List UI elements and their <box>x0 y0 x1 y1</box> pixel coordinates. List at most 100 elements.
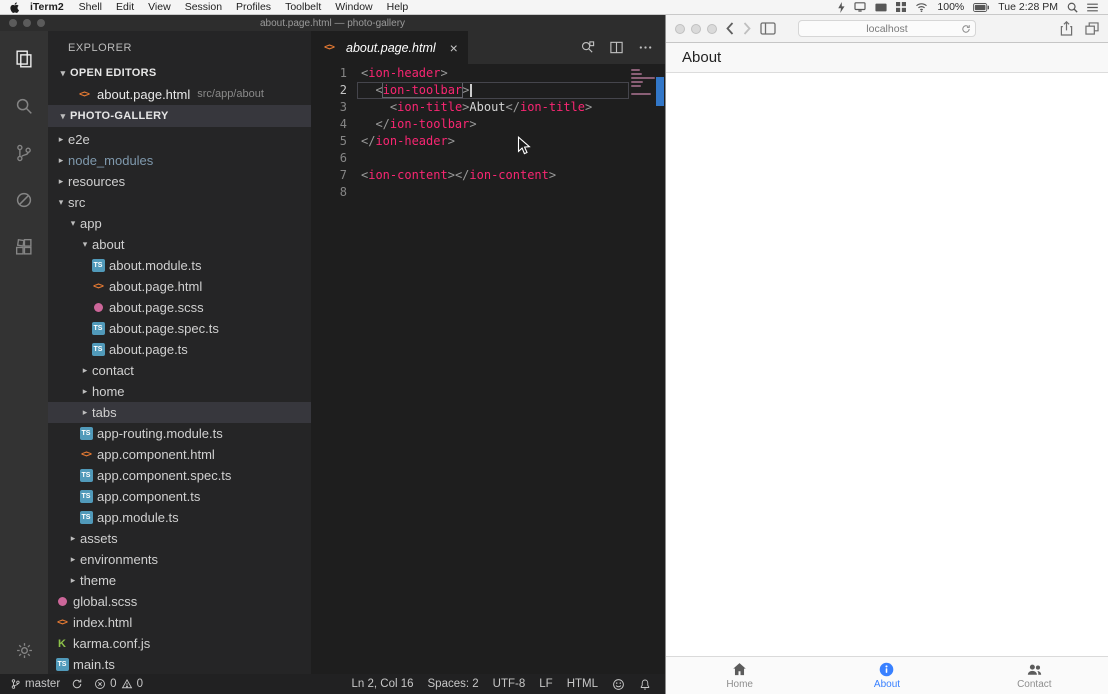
source-control-icon[interactable] <box>0 129 48 176</box>
code-line-5[interactable]: 5</ion-header> <box>311 133 629 150</box>
feedback-smiley-icon[interactable] <box>612 678 625 691</box>
project-root-header[interactable]: ▾ PHOTO-GALLERY <box>48 105 311 127</box>
tab-contact[interactable]: Contact <box>961 657 1108 694</box>
minimize-window-button[interactable] <box>691 24 701 34</box>
code-lines[interactable]: 1<ion-header>2 <ion-toolbar>3 <ion-title… <box>311 64 629 674</box>
zoom-window-button[interactable] <box>37 19 45 27</box>
open-editors-header[interactable]: ▾ OPEN EDITORS <box>48 63 311 83</box>
tab-overview-icon[interactable] <box>1085 22 1099 35</box>
eol-indicator[interactable]: LF <box>539 678 552 690</box>
tree-file-global-scss[interactable]: global.scss <box>48 591 311 612</box>
forward-button[interactable] <box>743 22 751 35</box>
reload-icon[interactable] <box>961 24 971 34</box>
minimize-window-button[interactable] <box>23 19 31 27</box>
address-bar[interactable]: localhost <box>798 20 976 37</box>
window-controls[interactable] <box>9 19 45 27</box>
code-line-1[interactable]: 1<ion-header> <box>311 65 629 82</box>
zoom-window-button[interactable] <box>707 24 717 34</box>
vscode-titlebar[interactable]: about.page.html — photo-gallery <box>0 15 665 31</box>
tree-file-about-page-html[interactable]: <>about.page.html <box>48 276 311 297</box>
tree-folder-e2e[interactable]: ▸e2e <box>48 129 311 150</box>
indentation-indicator[interactable]: Spaces: 2 <box>428 678 479 690</box>
problems-indicator[interactable]: 0 0 <box>94 678 143 690</box>
bolt-icon <box>837 2 845 13</box>
tree-folder-environments[interactable]: ▸environments <box>48 549 311 570</box>
notification-center-icon[interactable] <box>1087 3 1098 12</box>
sync-button[interactable] <box>71 678 83 690</box>
code-line-3[interactable]: 3 <ion-title>About</ion-title> <box>311 99 629 116</box>
minimap[interactable] <box>629 64 665 674</box>
menu-edit[interactable]: Edit <box>116 1 134 13</box>
tree-item-label: about.page.spec.ts <box>109 321 219 336</box>
chevron-expanded-icon: ▾ <box>56 111 70 122</box>
tree-folder-assets[interactable]: ▸assets <box>48 528 311 549</box>
tree-folder-app[interactable]: ▾app <box>48 213 311 234</box>
tree-file-about-page-ts[interactable]: TSabout.page.ts <box>48 339 311 360</box>
display-icon <box>854 2 866 12</box>
language-mode-indicator[interactable]: HTML <box>567 678 598 690</box>
close-window-button[interactable] <box>9 19 17 27</box>
explorer-title: EXPLORER <box>48 31 311 63</box>
code-line-6[interactable]: 6 <box>311 150 629 167</box>
git-branch-indicator[interactable]: master <box>10 678 60 690</box>
menu-app-name[interactable]: iTerm2 <box>30 1 64 13</box>
menu-session[interactable]: Session <box>185 1 222 13</box>
menu-window[interactable]: Window <box>335 1 372 13</box>
tree-file-app-component-ts[interactable]: TSapp.component.ts <box>48 486 311 507</box>
code-line-7[interactable]: 7<ion-content></ion-content> <box>311 167 629 184</box>
code-line-8[interactable]: 8 <box>311 184 629 201</box>
tree-file-about-page-spec-ts[interactable]: TSabout.page.spec.ts <box>48 318 311 339</box>
tree-folder-about[interactable]: ▾about <box>48 234 311 255</box>
menu-view[interactable]: View <box>148 1 171 13</box>
encoding-indicator[interactable]: UTF-8 <box>493 678 526 690</box>
tab-about[interactable]: About <box>813 657 960 694</box>
extensions-icon[interactable] <box>0 223 48 270</box>
code-line-4[interactable]: 4 </ion-toolbar> <box>311 116 629 133</box>
spotlight-icon[interactable] <box>1067 2 1078 13</box>
menu-shell[interactable]: Shell <box>79 1 102 13</box>
apple-menu-icon[interactable] <box>10 2 20 13</box>
back-button[interactable] <box>726 22 734 35</box>
keyboard-icon <box>875 3 887 12</box>
tree-file-app-component-spec-ts[interactable]: TSapp.component.spec.ts <box>48 465 311 486</box>
menu-toolbelt[interactable]: Toolbelt <box>285 1 321 13</box>
search-icon[interactable] <box>0 82 48 129</box>
tree-file-app-routing-module-ts[interactable]: TSapp-routing.module.ts <box>48 423 311 444</box>
cursor-position-indicator[interactable]: Ln 2, Col 16 <box>352 678 414 690</box>
close-tab-icon[interactable]: × <box>450 41 458 55</box>
tab-home[interactable]: Home <box>666 657 813 694</box>
tree-file-about-page-scss[interactable]: about.page.scss <box>48 297 311 318</box>
sidebar-toggle-icon[interactable] <box>760 22 776 35</box>
tree-file-karma-conf-js[interactable]: Kkarma.conf.js <box>48 633 311 654</box>
tree-file-app-component-html[interactable]: <>app.component.html <box>48 444 311 465</box>
tree-file-index-html[interactable]: <>index.html <box>48 612 311 633</box>
tree-folder-src[interactable]: ▾src <box>48 192 311 213</box>
tree-folder-tabs[interactable]: ▸tabs <box>48 402 311 423</box>
window-controls[interactable] <box>675 24 717 34</box>
tree-folder-contact[interactable]: ▸contact <box>48 360 311 381</box>
open-editor-entry[interactable]: <> about.page.html src/app/about <box>48 83 311 105</box>
chevron-expanded-icon: ▾ <box>66 218 80 229</box>
search-editor-icon[interactable] <box>580 40 595 55</box>
tree-folder-resources[interactable]: ▸resources <box>48 171 311 192</box>
tree-file-main-ts[interactable]: TSmain.ts <box>48 654 311 674</box>
editor-tab-about-page-html[interactable]: <> about.page.html × <box>311 31 468 64</box>
menu-help[interactable]: Help <box>387 1 409 13</box>
tree-folder-home[interactable]: ▸home <box>48 381 311 402</box>
code-line-2[interactable]: 2 <ion-toolbar> <box>311 82 629 99</box>
more-actions-icon[interactable] <box>638 40 653 55</box>
notifications-bell-icon[interactable] <box>639 678 651 691</box>
debug-icon[interactable] <box>0 176 48 223</box>
share-icon[interactable] <box>1060 21 1073 36</box>
home-icon <box>731 661 748 678</box>
explorer-icon[interactable] <box>0 35 48 82</box>
menubar-status-area: 100% Tue 2:28 PM <box>837 1 1098 13</box>
menu-profiles[interactable]: Profiles <box>236 1 271 13</box>
tree-folder-node-modules[interactable]: ▸node_modules <box>48 150 311 171</box>
settings-gear-icon[interactable] <box>0 627 48 674</box>
tree-file-app-module-ts[interactable]: TSapp.module.ts <box>48 507 311 528</box>
split-editor-icon[interactable] <box>609 40 624 55</box>
tree-folder-theme[interactable]: ▸theme <box>48 570 311 591</box>
tree-file-about-module-ts[interactable]: TSabout.module.ts <box>48 255 311 276</box>
close-window-button[interactable] <box>675 24 685 34</box>
